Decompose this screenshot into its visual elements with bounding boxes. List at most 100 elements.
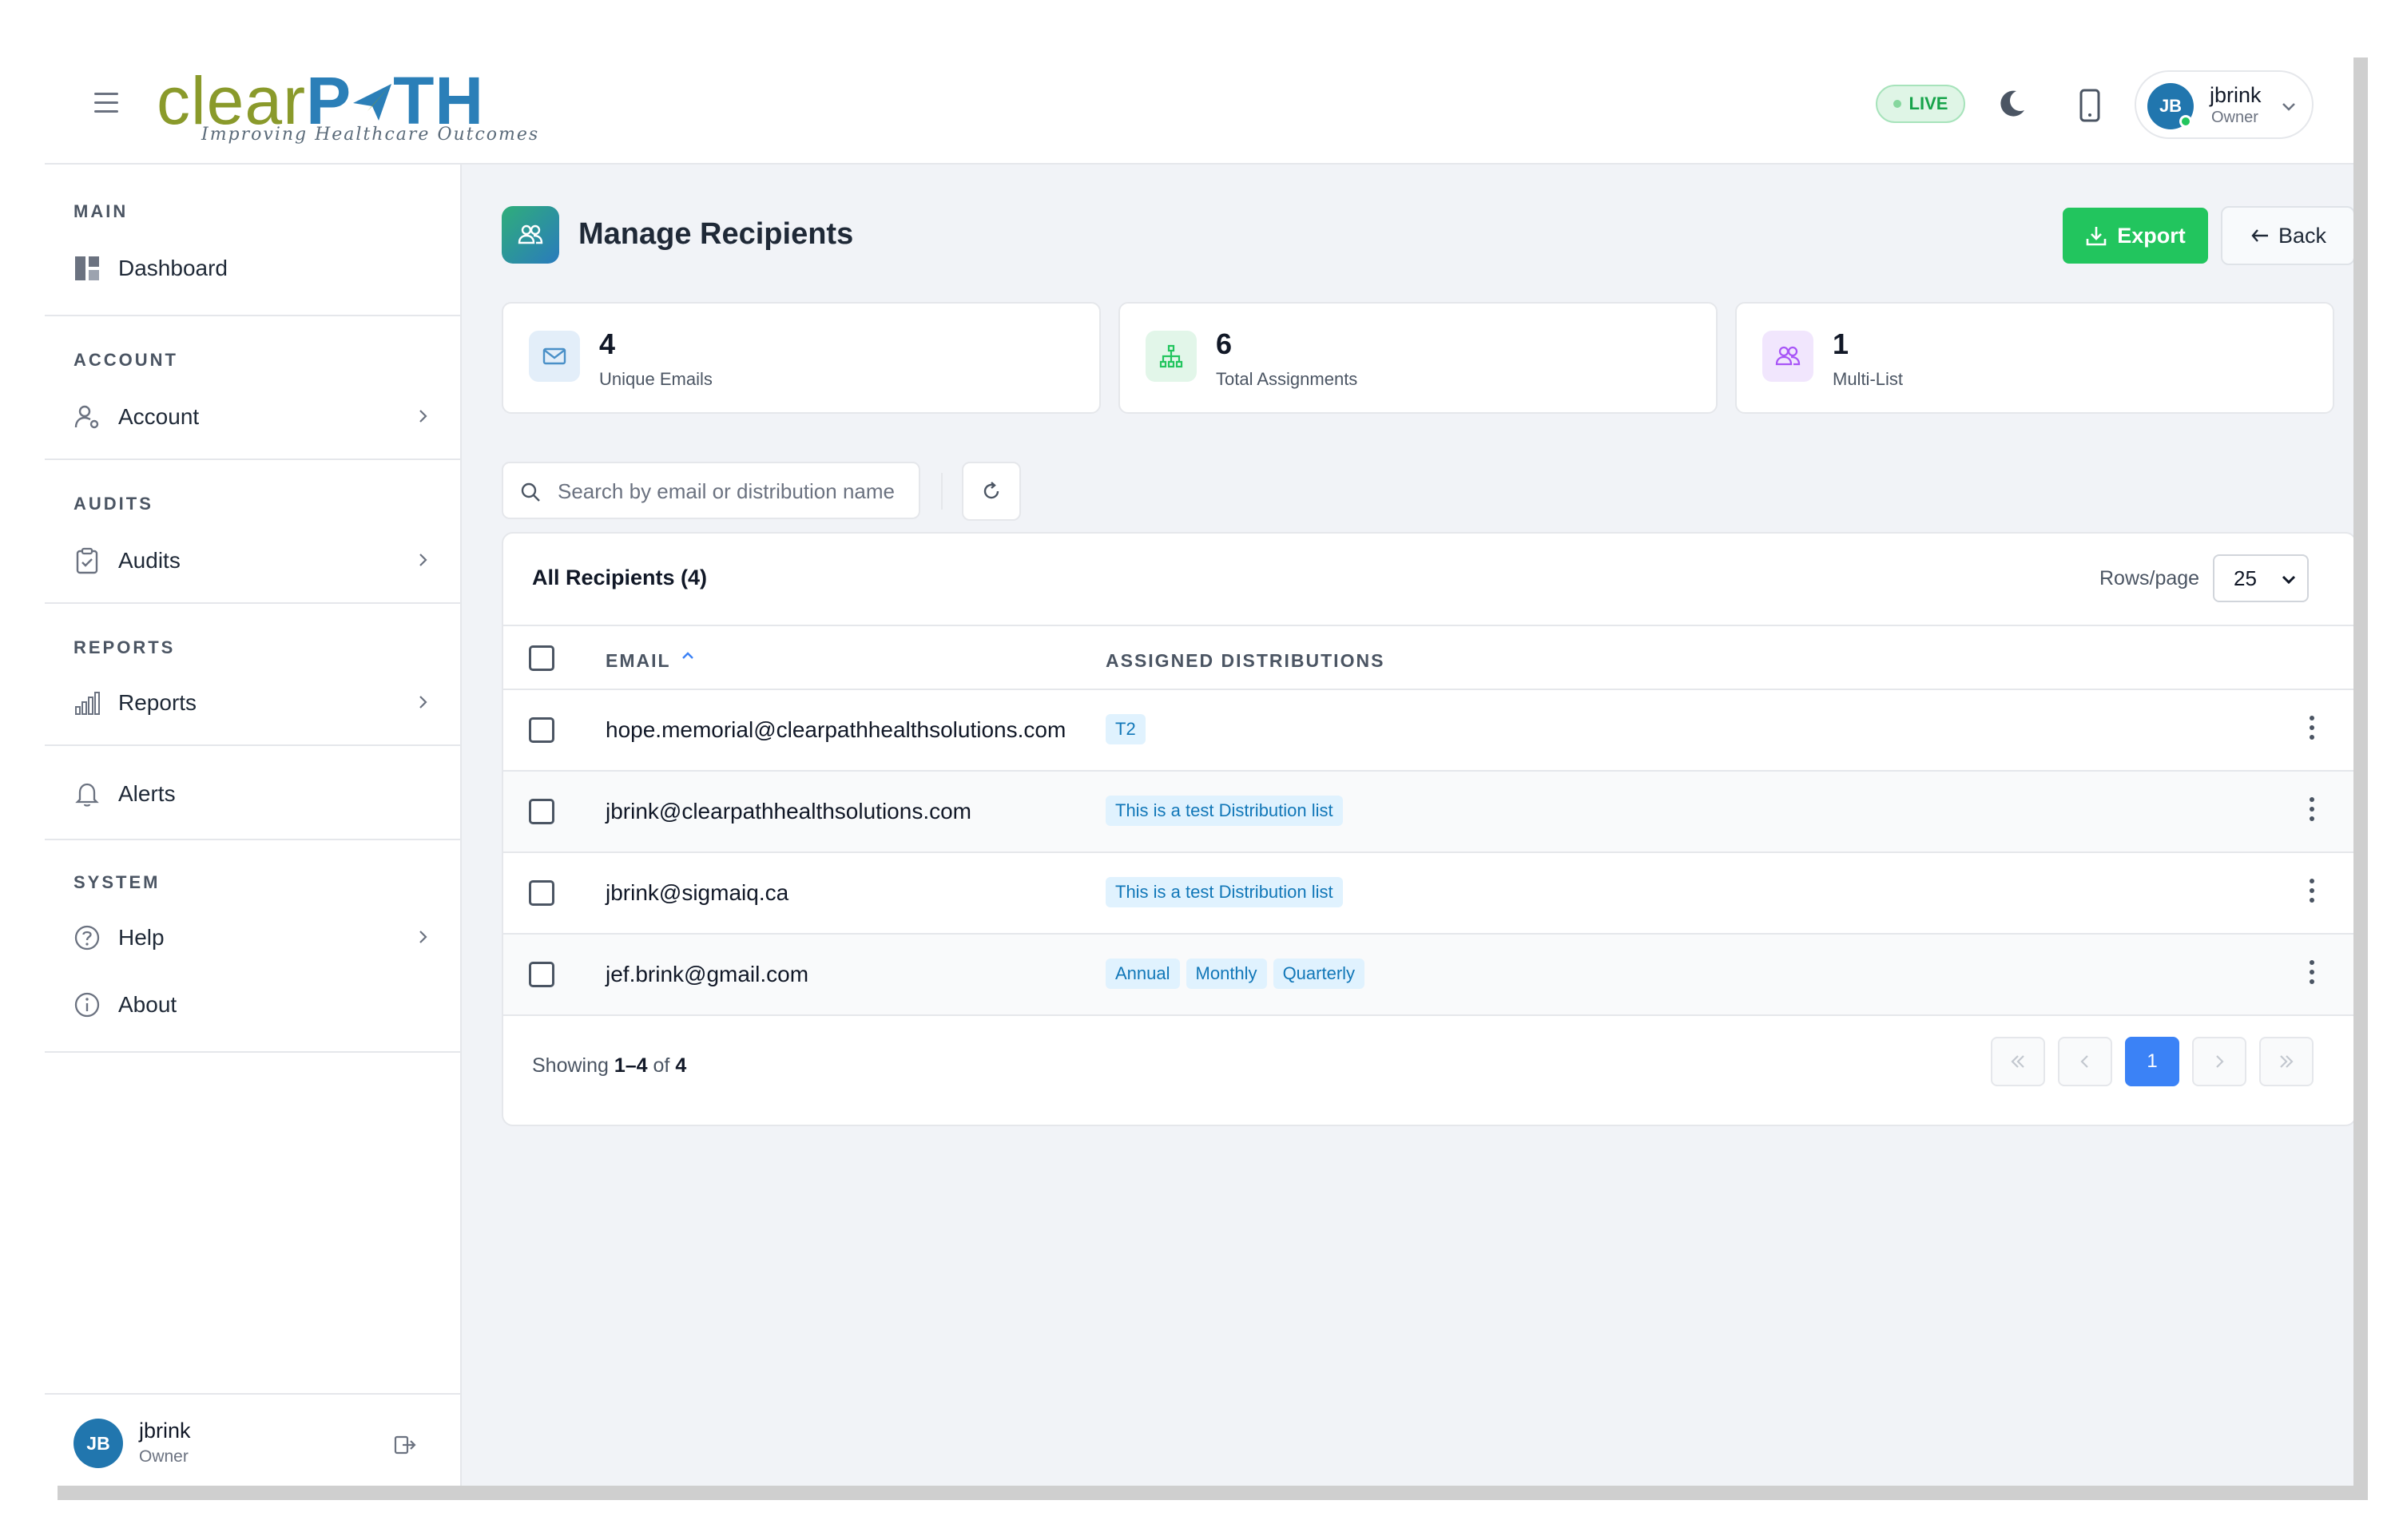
rows-per-page-select[interactable]: 25 bbox=[2213, 554, 2309, 602]
column-header-label: ASSIGNED DISTRIBUTIONS bbox=[1106, 650, 1385, 671]
sidebar-item-dashboard[interactable]: Dashboard bbox=[73, 248, 441, 289]
column-header-email[interactable]: EMAIL bbox=[606, 650, 671, 672]
sidebar-section-account: ACCOUNT Account bbox=[45, 316, 460, 460]
section-title: SYSTEM bbox=[73, 872, 161, 892]
download-icon bbox=[2086, 227, 2107, 246]
distribution-tag[interactable]: T2 bbox=[1106, 714, 1146, 744]
sidebar-item-label: Dashboard bbox=[118, 256, 228, 280]
refresh-button[interactable] bbox=[962, 462, 1021, 521]
first-page-button[interactable] bbox=[1991, 1037, 2045, 1086]
previous-page-button[interactable] bbox=[2058, 1037, 2112, 1086]
pagination-summary: Showing 1–4 of 4 bbox=[532, 1054, 686, 1078]
user-menu-button[interactable]: JB jbrink Owner bbox=[2135, 70, 2314, 139]
dashboard-icon bbox=[75, 256, 99, 280]
distribution-tag[interactable]: Quarterly bbox=[1273, 959, 1365, 989]
email-cell: hope.memorial@clearpathhealthsolutions.c… bbox=[606, 717, 1066, 742]
showing-total: 4 bbox=[675, 1054, 687, 1077]
section-title: MAIN bbox=[73, 201, 129, 221]
chevron-right-icon bbox=[2216, 1055, 2224, 1068]
live-status-badge: LIVE bbox=[1876, 85, 1965, 123]
search-icon bbox=[521, 482, 540, 502]
sidebar-item-label: About bbox=[118, 992, 177, 1017]
last-page-button[interactable] bbox=[2259, 1037, 2314, 1086]
back-button[interactable]: Back bbox=[2221, 206, 2353, 265]
user-role: Owner bbox=[2211, 109, 2258, 126]
moon-icon[interactable] bbox=[1996, 88, 2028, 120]
sidebar-section-alerts: Alerts bbox=[45, 746, 460, 840]
chevron-right-icon bbox=[419, 554, 427, 566]
logout-icon[interactable] bbox=[393, 1433, 417, 1457]
mobile-phone-icon[interactable] bbox=[2074, 88, 2106, 123]
avatar: JB bbox=[73, 1419, 123, 1468]
distribution-tag[interactable]: This is a test Distribution list bbox=[1106, 796, 1343, 826]
bell-icon bbox=[75, 783, 99, 807]
stat-label: Multi-List bbox=[1833, 369, 1904, 389]
sidebar-user-card: JB jbrink Owner bbox=[45, 1393, 460, 1486]
online-status-dot bbox=[2179, 115, 2192, 128]
stat-value: 1 bbox=[1833, 327, 1849, 360]
stat-value: 6 bbox=[1216, 327, 1233, 360]
distribution-tag[interactable]: This is a test Distribution list bbox=[1106, 877, 1343, 907]
sidebar-section-system: SYSTEM Help About bbox=[45, 840, 460, 1053]
row-checkbox[interactable] bbox=[529, 962, 554, 987]
double-chevron-right-icon bbox=[2280, 1055, 2294, 1068]
next-page-button[interactable] bbox=[2192, 1037, 2246, 1086]
sidebar-section-main: MAIN Dashboard bbox=[45, 165, 460, 316]
row-checkbox[interactable] bbox=[529, 880, 554, 906]
row-actions-icon[interactable] bbox=[2307, 797, 2317, 826]
top-header: clearP TH Improving Healthcare Outcomes L… bbox=[45, 0, 2353, 165]
chevron-right-icon bbox=[419, 931, 427, 943]
sidebar-item-label: Alerts bbox=[118, 781, 176, 806]
select-all-checkbox[interactable] bbox=[529, 645, 554, 671]
distribution-tag[interactable]: Monthly bbox=[1186, 959, 1267, 989]
stat-label: Unique Emails bbox=[599, 369, 713, 389]
sidebar-item-label: Reports bbox=[118, 690, 197, 715]
page-button[interactable]: 1 bbox=[2125, 1037, 2179, 1086]
table-title: All Recipients (4) bbox=[532, 566, 708, 589]
row-actions-icon[interactable] bbox=[2307, 716, 2317, 744]
hierarchy-icon bbox=[1146, 331, 1197, 382]
stat-card-unique-emails: 4 Unique Emails bbox=[502, 302, 1101, 414]
user-name: jbrink bbox=[139, 1419, 191, 1443]
email-cell: jbrink@clearpathhealthsolutions.com bbox=[606, 799, 971, 824]
paper-plane-icon bbox=[353, 84, 392, 121]
export-button[interactable]: Export bbox=[2063, 208, 2208, 264]
sort-ascending-icon[interactable] bbox=[679, 647, 697, 665]
user-role: Owner bbox=[139, 1447, 189, 1466]
main-content: Manage Recipients Export Back 4 Unique E… bbox=[462, 165, 2353, 1486]
sidebar-item-reports[interactable]: Reports bbox=[73, 682, 441, 724]
row-actions-icon[interactable] bbox=[2307, 960, 2317, 989]
clipboard-check-icon bbox=[76, 547, 98, 574]
search-input[interactable] bbox=[556, 470, 908, 513]
sidebar: MAIN Dashboard ACCOUNT Account AUDITS Au… bbox=[45, 165, 462, 1486]
sidebar-item-audits[interactable]: Audits bbox=[73, 540, 441, 581]
table-header: EMAIL ASSIGNED DISTRIBUTIONS bbox=[503, 625, 2353, 690]
row-checkbox[interactable] bbox=[529, 717, 554, 743]
column-header-assigned-distributions: ASSIGNED DISTRIBUTIONS bbox=[1106, 650, 1384, 672]
row-actions-icon[interactable] bbox=[2307, 879, 2317, 907]
sidebar-item-label: Help bbox=[118, 925, 165, 950]
chevron-left-icon bbox=[2080, 1055, 2088, 1068]
showing-prefix: Showing bbox=[532, 1054, 609, 1077]
rows-per-page-label: Rows/page bbox=[2099, 567, 2200, 589]
email-cell: jef.brink@gmail.com bbox=[606, 962, 809, 986]
row-checkbox[interactable] bbox=[529, 799, 554, 824]
clearpath-logo[interactable]: clearP TH Improving Healthcare Outcomes bbox=[157, 62, 538, 150]
live-dot-icon bbox=[1893, 100, 1901, 108]
question-circle-icon bbox=[74, 925, 100, 951]
sidebar-item-help[interactable]: Help bbox=[73, 917, 441, 959]
hamburger-menu-icon[interactable] bbox=[94, 93, 118, 119]
sidebar-item-about[interactable]: About bbox=[73, 984, 441, 1026]
chevron-down-icon bbox=[2282, 575, 2296, 585]
sidebar-item-alerts[interactable]: Alerts bbox=[73, 773, 441, 815]
sidebar-item-label: Audits bbox=[118, 548, 181, 573]
sidebar-item-account[interactable]: Account bbox=[73, 396, 441, 438]
distribution-tags: Annual Monthly Quarterly bbox=[1106, 959, 1365, 989]
stat-card-multi-list: 1 Multi-List bbox=[1735, 302, 2334, 414]
distribution-tag[interactable]: Annual bbox=[1106, 959, 1180, 989]
section-title: AUDITS bbox=[73, 494, 153, 514]
sidebar-section-audits: AUDITS Audits bbox=[45, 460, 460, 604]
section-title: REPORTS bbox=[73, 637, 176, 657]
showing-range: 1–4 bbox=[614, 1054, 648, 1077]
distribution-tags: T2 bbox=[1106, 714, 1146, 744]
